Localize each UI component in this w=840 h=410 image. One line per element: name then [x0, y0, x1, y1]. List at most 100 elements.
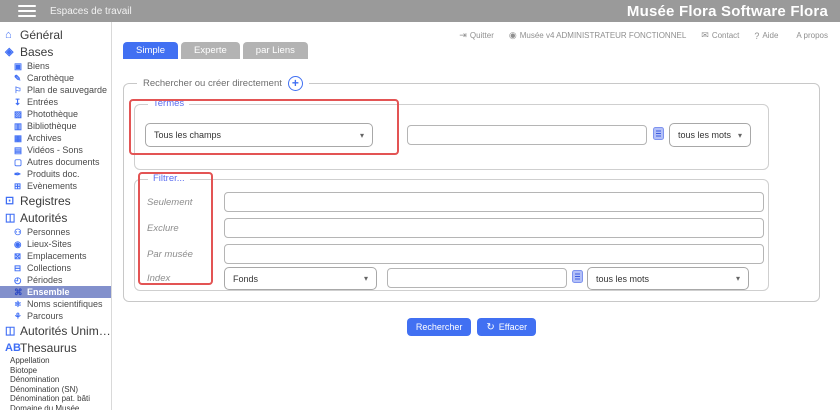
document-icon: ▢	[14, 156, 23, 167]
sidebar-item-bibliotheque[interactable]: ▥ Bibliothèque	[0, 120, 111, 132]
calendar-icon: ⊞	[14, 180, 22, 191]
sidebar-item-general[interactable]: ⌂ Général	[0, 26, 111, 43]
add-icon[interactable]: +	[287, 76, 303, 91]
sidebar-item-emplacements[interactable]: ⊠ Emplacements	[0, 250, 111, 262]
filtrer-fieldset: Filtrer... Seulement Exclure Par musée I…	[134, 173, 769, 291]
sidebar-item-registres[interactable]: ⊡ Registres	[0, 192, 111, 209]
sidebar-item-label: Entrées	[27, 97, 59, 107]
image-icon: ▨	[14, 108, 23, 119]
sidebar-item-bases[interactable]: ◈ Bases	[0, 43, 111, 60]
help-icon: ?	[754, 30, 760, 41]
sidebar-item-denomination-pat-bati[interactable]: Dénomination pat. bâti	[0, 394, 111, 404]
sidebar-item-label: Produits doc.	[27, 169, 80, 179]
sidebar-item-label: Registres	[20, 193, 71, 208]
user-icon: ◉	[508, 30, 517, 40]
index-list-icon[interactable]	[572, 270, 583, 283]
chevron-down-icon: ▾	[363, 274, 368, 283]
sidebar-item-ensemble[interactable]: ⌘ Ensemble	[0, 286, 111, 298]
sidebar-item-evenements[interactable]: ⊞ Evènements	[0, 180, 111, 192]
sidebar-item-biotope[interactable]: Biotope	[0, 366, 111, 376]
sidebar-item-denomination-sn[interactable]: Dénomination (SN)	[0, 385, 111, 395]
sidebar-item-label: Dénomination	[10, 375, 60, 385]
sidebar-item-collections[interactable]: ⊟ Collections	[0, 262, 111, 274]
register-icon: ⊡	[5, 195, 15, 207]
quitter-link[interactable]: ⇥ Quitter	[459, 30, 494, 41]
sidebar-item-label: Appellation	[10, 356, 50, 366]
sidebar-item-personnes[interactable]: ⚇ Personnes	[0, 226, 111, 238]
index-select[interactable]: Fonds ▾	[224, 267, 377, 290]
clear-button-label: Effacer	[498, 322, 528, 332]
sidebar-item-parcours[interactable]: ⚘ Parcours	[0, 310, 111, 322]
app-title: Musée Flora Software Flora	[626, 2, 828, 20]
tab-experte[interactable]: Experte	[181, 42, 240, 59]
sidebar-item-noms-scientifiques[interactable]: ⚛ Noms scientifiques	[0, 298, 111, 310]
sidebar-item-carotheque[interactable]: ✎ Carothèque	[0, 72, 111, 84]
filtrer-legend: Filtrer...	[148, 173, 190, 184]
search-panel: Rechercher ou créer directement + Termes…	[123, 76, 820, 302]
sidebar-item-label: Bases	[20, 44, 54, 59]
field-select-value: Tous les champs	[154, 130, 222, 140]
header-toolbar: ⇥ Quitter ◉ Musée v4 ADMINISTRATEUR FONC…	[459, 30, 828, 41]
sidebar-item-autorites[interactable]: ◫ Autorités	[0, 209, 111, 226]
index-words-select-value: tous les mots	[596, 273, 650, 284]
sidebar-item-entrees[interactable]: ↧ Entrées	[0, 96, 111, 108]
tag-icon: ◈	[5, 46, 14, 58]
hierarchy-icon: ⌘	[14, 286, 23, 297]
map-pin-icon: ◉	[14, 238, 22, 249]
index-label: Index	[147, 273, 171, 284]
tab-simple[interactable]: Simple	[123, 42, 179, 59]
index-words-select[interactable]: tous les mots ▾	[587, 267, 749, 290]
sidebar-item-label: Dénomination (SN)	[10, 384, 79, 394]
sidebar-item-videos-sons[interactable]: ▤ Vidéos - Sons	[0, 144, 111, 156]
translate-icon: AB	[5, 341, 21, 354]
term-input[interactable]	[407, 125, 647, 145]
seulement-input[interactable]	[224, 192, 764, 212]
sidebar-item-thesaurus[interactable]: AB Thesaurus	[0, 339, 111, 356]
sidebar-item-produits-doc[interactable]: ✒ Produits doc.	[0, 168, 111, 180]
sidebar-item-label: Noms scientifiques	[27, 299, 103, 309]
sidebar-item-label: Emplacements	[27, 251, 87, 261]
sidebar-item-denomination[interactable]: Dénomination	[0, 375, 111, 385]
sidebar: ⌂ Général ◈ Bases ▣ Biens ✎ Carothèque ⚐…	[0, 22, 112, 410]
par-musee-input[interactable]	[224, 244, 764, 264]
clear-button[interactable]: ↻ Effacer	[477, 318, 537, 336]
sidebar-item-periodes[interactable]: ◴ Périodes	[0, 274, 111, 286]
index-input[interactable]	[387, 268, 567, 288]
aide-link[interactable]: ? Aide	[754, 31, 778, 41]
workspace-label[interactable]: Espaces de travail	[50, 6, 132, 17]
user-link[interactable]: ◉ Musée v4 ADMINISTRATEUR FONCTIONNEL	[509, 30, 686, 41]
home-icon: ⌂	[5, 28, 12, 41]
sidebar-item-autorites-unimarc[interactable]: ◫ Autorités Unimarc	[0, 322, 111, 339]
layout-icon: ⊠	[14, 250, 22, 261]
sidebar-item-autres-documents[interactable]: ▢ Autres documents	[0, 156, 111, 168]
toolbar-link-label: Musée v4 ADMINISTRATEUR FONCTIONNEL	[519, 31, 687, 40]
flag-icon: ⚐	[14, 84, 22, 95]
search-button[interactable]: Rechercher	[406, 318, 472, 336]
tab-par-liens[interactable]: par Liens	[242, 42, 308, 59]
sidebar-item-label: Dénomination pat. bâti	[10, 394, 91, 404]
contact-link[interactable]: ✉ Contact	[701, 30, 739, 41]
seulement-label: Seulement	[147, 197, 193, 208]
exclure-input[interactable]	[224, 218, 764, 238]
books-icon: ▥	[14, 120, 23, 131]
sidebar-item-domaine-du-musee[interactable]: Domaine du Musée	[0, 404, 111, 410]
termes-fieldset: Termes Tous les champs ▾ tous les mots ▾	[134, 98, 769, 170]
sidebar-item-label: Parcours	[27, 311, 64, 321]
sidebar-item-biens[interactable]: ▣ Biens	[0, 60, 111, 72]
apropos-link[interactable]: A propos	[793, 31, 828, 40]
field-select[interactable]: Tous les champs ▾	[145, 123, 373, 147]
sidebar-item-lieux-sites[interactable]: ◉ Lieux-Sites	[0, 238, 111, 250]
tree-icon: ⚘	[14, 310, 22, 321]
pen-icon: ✒	[14, 168, 22, 179]
index-list-icon[interactable]	[653, 127, 664, 140]
sidebar-item-label: Autres documents	[27, 157, 100, 167]
menu-icon[interactable]	[18, 5, 36, 17]
words-select[interactable]: tous les mots ▾	[669, 123, 751, 147]
sidebar-item-archives[interactable]: ▦ Archives	[0, 132, 111, 144]
sidebar-item-label: Général	[20, 27, 63, 42]
sidebar-item-plan-de-sauvegarde[interactable]: ⚐ Plan de sauvegarde	[0, 84, 111, 96]
sidebar-item-appellation[interactable]: Appellation	[0, 356, 111, 366]
archive-icon: ▦	[14, 132, 23, 143]
sidebar-item-label: Biens	[27, 61, 50, 71]
sidebar-item-phototheque[interactable]: ▨ Photothèque	[0, 108, 111, 120]
